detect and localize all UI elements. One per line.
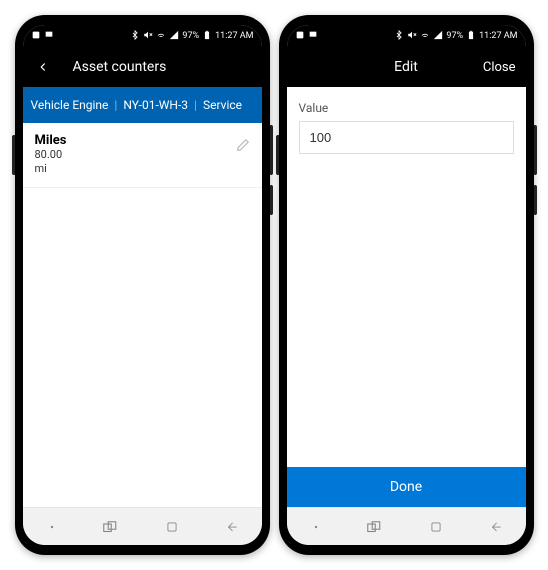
recents-button[interactable]	[97, 517, 127, 537]
edit-icon[interactable]	[236, 137, 250, 156]
close-button[interactable]: Close	[483, 60, 516, 75]
notification-icon	[31, 30, 41, 43]
mode-label: Service	[203, 98, 242, 112]
notification-icon	[295, 30, 305, 43]
clock-text: 11:27 AM	[215, 31, 253, 41]
signal-icon	[433, 30, 443, 43]
asset-id-label: NY-01-WH-3	[123, 98, 188, 112]
battery-text: 97%	[182, 31, 199, 41]
mute-icon	[407, 30, 417, 43]
mute-icon	[143, 30, 153, 43]
screen-asset-counters: 97% 11:27 AM Asset counters Vehicle Engi…	[23, 25, 262, 545]
notification-icon-2	[44, 30, 54, 43]
battery-text: 97%	[446, 31, 463, 41]
content-area: Miles 80.00 mi	[23, 123, 262, 507]
separator-icon: |	[114, 98, 117, 112]
done-button[interactable]: Done	[287, 467, 526, 507]
home-button[interactable]	[421, 517, 451, 537]
counter-unit: mi	[35, 162, 236, 176]
asset-type-label: Vehicle Engine	[31, 98, 109, 112]
android-nav-bar	[23, 507, 262, 545]
value-field-label: Value	[299, 101, 514, 115]
screen-edit-value: 97% 11:27 AM Edit Close Value Done	[287, 25, 526, 545]
app-header: Edit Close	[287, 47, 526, 87]
signal-icon	[169, 30, 179, 43]
phone-left: 97% 11:27 AM Asset counters Vehicle Engi…	[15, 15, 270, 555]
status-bar: 97% 11:27 AM	[23, 25, 262, 47]
back-nav-button[interactable]	[217, 517, 247, 537]
battery-icon	[202, 30, 212, 43]
clock-text: 11:27 AM	[479, 31, 517, 41]
bluetooth-icon	[394, 30, 404, 43]
nav-dot[interactable]	[37, 517, 67, 537]
status-bar: 97% 11:27 AM	[287, 25, 526, 47]
notification-icon-2	[308, 30, 318, 43]
app-header: Asset counters	[23, 47, 262, 87]
recents-button[interactable]	[361, 517, 391, 537]
separator-icon: |	[194, 98, 197, 112]
back-button[interactable]	[33, 57, 53, 77]
counter-value: 80.00	[35, 148, 236, 162]
nav-dot[interactable]	[301, 517, 331, 537]
bluetooth-icon	[130, 30, 140, 43]
home-button[interactable]	[157, 517, 187, 537]
counter-row[interactable]: Miles 80.00 mi	[23, 123, 262, 188]
value-input[interactable]	[299, 121, 514, 154]
back-nav-button[interactable]	[481, 517, 511, 537]
wifi-icon	[156, 30, 166, 43]
context-bar: Vehicle Engine | NY-01-WH-3 | Service	[23, 87, 262, 123]
counter-name: Miles	[35, 133, 236, 148]
content-area: Value	[287, 87, 526, 467]
battery-icon	[466, 30, 476, 43]
phone-right: 97% 11:27 AM Edit Close Value Done	[279, 15, 534, 555]
page-title: Asset counters	[53, 59, 252, 75]
wifi-icon	[420, 30, 430, 43]
android-nav-bar	[287, 507, 526, 545]
